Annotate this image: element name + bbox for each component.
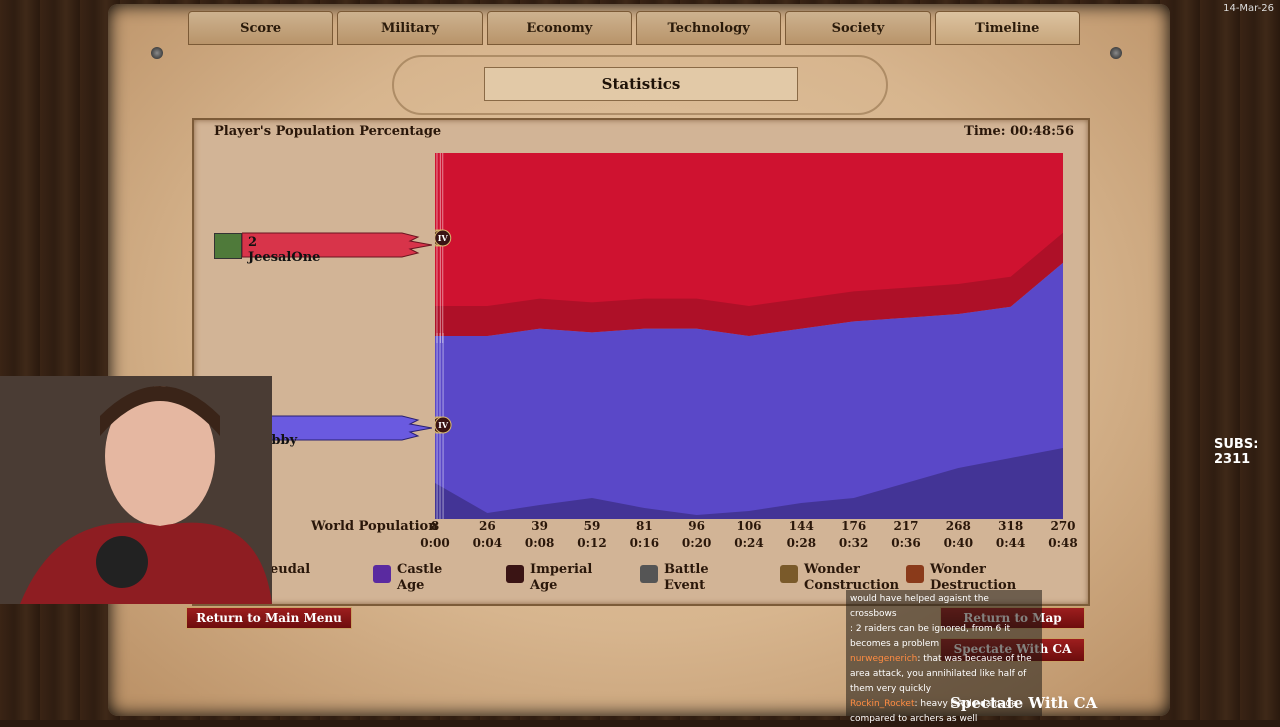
legend-label: Wonder [804, 562, 860, 577]
tick-label-population: 39 [531, 519, 548, 533]
tick-label-time: 0:20 [681, 536, 712, 550]
legend-item: Battle Event [640, 562, 709, 594]
tick-label-population: 270 [1050, 519, 1076, 533]
tab-technology[interactable]: Technology [635, 11, 782, 45]
tick-label-time: 0:32 [838, 536, 869, 550]
rivet-icon [151, 47, 163, 59]
legend-label: Imperial [530, 562, 593, 577]
tick-label-time: 0:36 [891, 536, 921, 550]
age-label-red: IV [438, 233, 449, 243]
tick-label-time: 0:08 [524, 536, 555, 550]
page-title: Statistics [484, 67, 798, 101]
tick-label-time: 0:16 [629, 536, 660, 550]
tick-label-time: 0:12 [577, 536, 607, 550]
chat-message: : 2 raiders can be ignored, from 6 it be… [850, 624, 1011, 649]
tab-military[interactable]: Military [337, 11, 483, 45]
tab-bar: Score Military Economy Technology Societ… [188, 11, 1080, 45]
tick-label-population: 176 [841, 519, 867, 533]
chat-message: nurwegenerich: that was because of the a… [850, 654, 1032, 694]
legend-item: Castle Age [373, 562, 443, 594]
tick-label-population: 59 [583, 519, 601, 533]
legend-item: eudal [270, 562, 310, 578]
chart-title: Player's Population Percentage [214, 124, 442, 139]
population-chart: IIIIIIVIIIIIIV [435, 153, 1063, 519]
age-label-blue: IV [438, 420, 449, 430]
civ-emblem-icon [214, 233, 242, 259]
tick-label-time: 0:40 [943, 536, 974, 550]
tick-label-population: 318 [998, 519, 1024, 533]
tab-score[interactable]: Score [188, 11, 334, 45]
tick-label-population: 144 [788, 519, 814, 533]
tick-label-time: 0:00 [420, 536, 450, 550]
legend-sublabel: Age [397, 578, 425, 593]
legend-sublabel: Age [530, 578, 558, 593]
tick-label-time: 0:44 [995, 536, 1026, 550]
return-main-menu-button[interactable]: Return to Main Menu [186, 607, 352, 629]
legend-icon [906, 565, 924, 583]
webcam-overlay [0, 376, 272, 604]
legend-item: Imperial Age [506, 562, 593, 594]
tab-timeline[interactable]: Timeline [934, 11, 1080, 45]
tick-label-population: 106 [736, 519, 762, 533]
legend-label: Wonder [930, 562, 986, 577]
date-label: 14-Mar-26 [1223, 3, 1274, 14]
tick-label-time: 0:48 [1048, 536, 1078, 550]
legend-icon [373, 565, 391, 583]
tick-label-population: 96 [688, 519, 705, 533]
legend-icon [506, 565, 524, 583]
tick-label-time: 0:28 [786, 536, 817, 550]
tick-label-population: 8 [430, 519, 440, 533]
tick-label-time: 0:04 [472, 536, 503, 550]
legend-label: eudal [270, 562, 311, 577]
tab-economy[interactable]: Economy [486, 11, 632, 45]
legend-label: Castle [397, 562, 443, 577]
subs-counter: SUBS: 2311 [1214, 437, 1259, 467]
tab-society[interactable]: Society [785, 11, 931, 45]
player-name-red: 2 JeesalOne [248, 235, 321, 265]
legend-icon [780, 565, 798, 583]
tick-label-time: 0:24 [734, 536, 764, 550]
tick-label-population: 268 [945, 519, 971, 533]
stream-signature: Spectate With CA [950, 694, 1098, 712]
legend-label: Battle [664, 562, 709, 577]
legend-sublabel: Event [664, 578, 706, 593]
tick-label-population: 81 [635, 519, 653, 533]
streamer-avatar [0, 376, 272, 604]
tick-label-population: 26 [478, 519, 496, 533]
chat-message: would have helped agaisnt the crossbows [850, 594, 989, 619]
rivet-icon [1110, 47, 1122, 59]
tick-label-population: 217 [893, 519, 919, 533]
title-ornament: Statistics [392, 55, 888, 115]
time-label: Time: 00:48:56 [964, 124, 1074, 139]
legend-icon [640, 565, 658, 583]
